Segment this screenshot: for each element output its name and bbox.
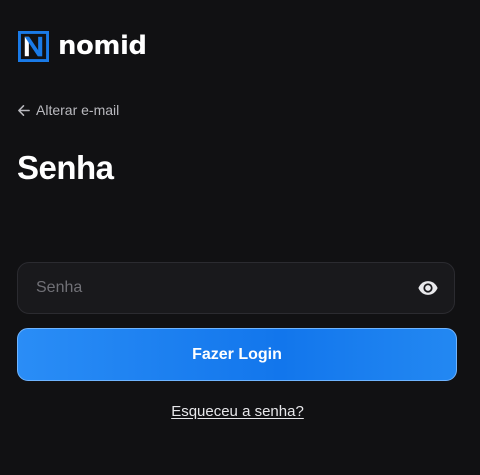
page-title: Senha — [17, 149, 114, 186]
password-field — [17, 262, 455, 314]
nomid-logo-icon — [18, 31, 49, 62]
arrow-left-icon — [18, 104, 30, 116]
brand-name: nomid — [58, 30, 147, 61]
brand-logo: nomid — [18, 31, 147, 62]
eye-icon — [418, 281, 438, 295]
login-button[interactable]: Fazer Login — [17, 328, 457, 381]
toggle-password-visibility-button[interactable] — [408, 268, 448, 308]
back-link-change-email[interactable]: Alterar e-mail — [17, 102, 119, 118]
forgot-password-link[interactable]: Esqueceu a senha? — [0, 403, 475, 420]
back-link-label: Alterar e-mail — [36, 102, 120, 118]
password-input[interactable] — [18, 263, 408, 313]
